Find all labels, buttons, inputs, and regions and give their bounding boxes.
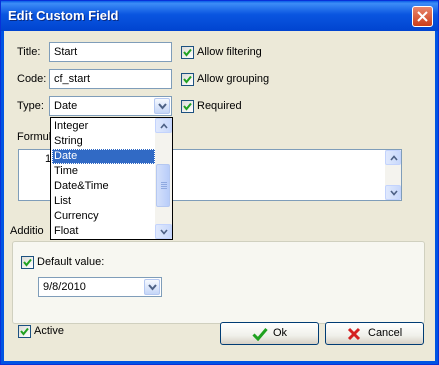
cancel-button-label: Cancel [368, 327, 403, 339]
default-value-checkbox[interactable] [21, 256, 34, 269]
cancel-button[interactable]: Cancel [325, 322, 424, 345]
type-select-value: Date [54, 100, 78, 112]
checkmark-icon [183, 75, 192, 84]
option-date-time[interactable]: Date&Time [52, 179, 155, 194]
checkmark-icon [20, 327, 29, 336]
scroll-down-button[interactable] [385, 185, 401, 200]
ok-button-label: Ok [273, 327, 288, 339]
type-select[interactable]: Date [49, 96, 172, 116]
allow-filtering-checkbox[interactable] [181, 46, 194, 59]
option-float[interactable]: Float [52, 224, 155, 239]
chevron-up-icon [390, 155, 398, 161]
default-date-picker[interactable]: 9/8/2010 [38, 277, 162, 297]
option-date[interactable]: Date [52, 149, 155, 164]
code-input[interactable]: cf_start [49, 69, 172, 89]
active-label: Active [34, 325, 64, 337]
option-string[interactable]: String [52, 134, 155, 149]
type-label: Type: [17, 100, 44, 112]
checkmark-icon [23, 258, 32, 267]
chevron-down-icon [148, 284, 157, 291]
required-checkbox[interactable] [181, 100, 194, 113]
dropdown-scrollbar[interactable] [155, 118, 172, 239]
active-checkbox[interactable] [18, 325, 31, 338]
required-label: Required [197, 100, 242, 112]
chevron-up-icon [160, 123, 168, 129]
allow-grouping-checkbox[interactable] [181, 73, 194, 86]
option-currency[interactable]: Currency [52, 209, 155, 224]
close-icon [417, 11, 428, 22]
chevron-down-icon [158, 103, 167, 110]
option-time[interactable]: Time [52, 164, 155, 179]
default-value-label: Default value: [37, 256, 105, 268]
default-date-value: 9/8/2010 [43, 281, 86, 293]
date-dropdown-button[interactable] [144, 279, 160, 295]
scroll-up-button[interactable] [385, 150, 401, 165]
code-label: Code: [17, 73, 47, 85]
type-dropdown-button[interactable] [154, 98, 170, 114]
additional-label: Additio [10, 225, 44, 237]
checkmark-icon [183, 102, 192, 111]
checkmark-icon [183, 48, 192, 57]
chevron-down-icon [390, 190, 398, 196]
title-input-value: Start [54, 46, 78, 58]
dropdown-scroll-thumb[interactable] [156, 164, 170, 207]
dropdown-scroll-down[interactable] [155, 224, 172, 239]
allow-grouping-label: Allow grouping [197, 73, 270, 85]
green-check-icon [252, 328, 268, 341]
dropdown-scroll-up[interactable] [155, 118, 172, 133]
window-title: Edit Custom Field [8, 8, 119, 23]
red-x-icon [347, 327, 361, 341]
option-integer[interactable]: Integer [52, 119, 155, 134]
option-list[interactable]: List [52, 194, 155, 209]
ok-button[interactable]: Ok [220, 322, 319, 345]
dialog-body: Title: Start Code: cf_start Type: Date A… [4, 31, 435, 361]
formula-scrollbar[interactable] [385, 150, 401, 200]
close-button[interactable] [412, 6, 433, 27]
title-input[interactable]: Start [49, 42, 172, 62]
edit-custom-field-dialog: Edit Custom Field Title: Start Code: cf_… [0, 0, 439, 365]
title-bar[interactable]: Edit Custom Field [1, 1, 438, 31]
code-input-value: cf_start [54, 73, 91, 85]
additional-group: Default value: 9/8/2010 [12, 241, 425, 324]
allow-filtering-label: Allow filtering [197, 46, 262, 58]
title-label: Title: [17, 46, 41, 58]
chevron-down-icon [160, 229, 168, 235]
formula-label: Formul [17, 131, 52, 143]
type-dropdown-list[interactable]: Integer String Date Time Date&Time List … [50, 117, 173, 240]
